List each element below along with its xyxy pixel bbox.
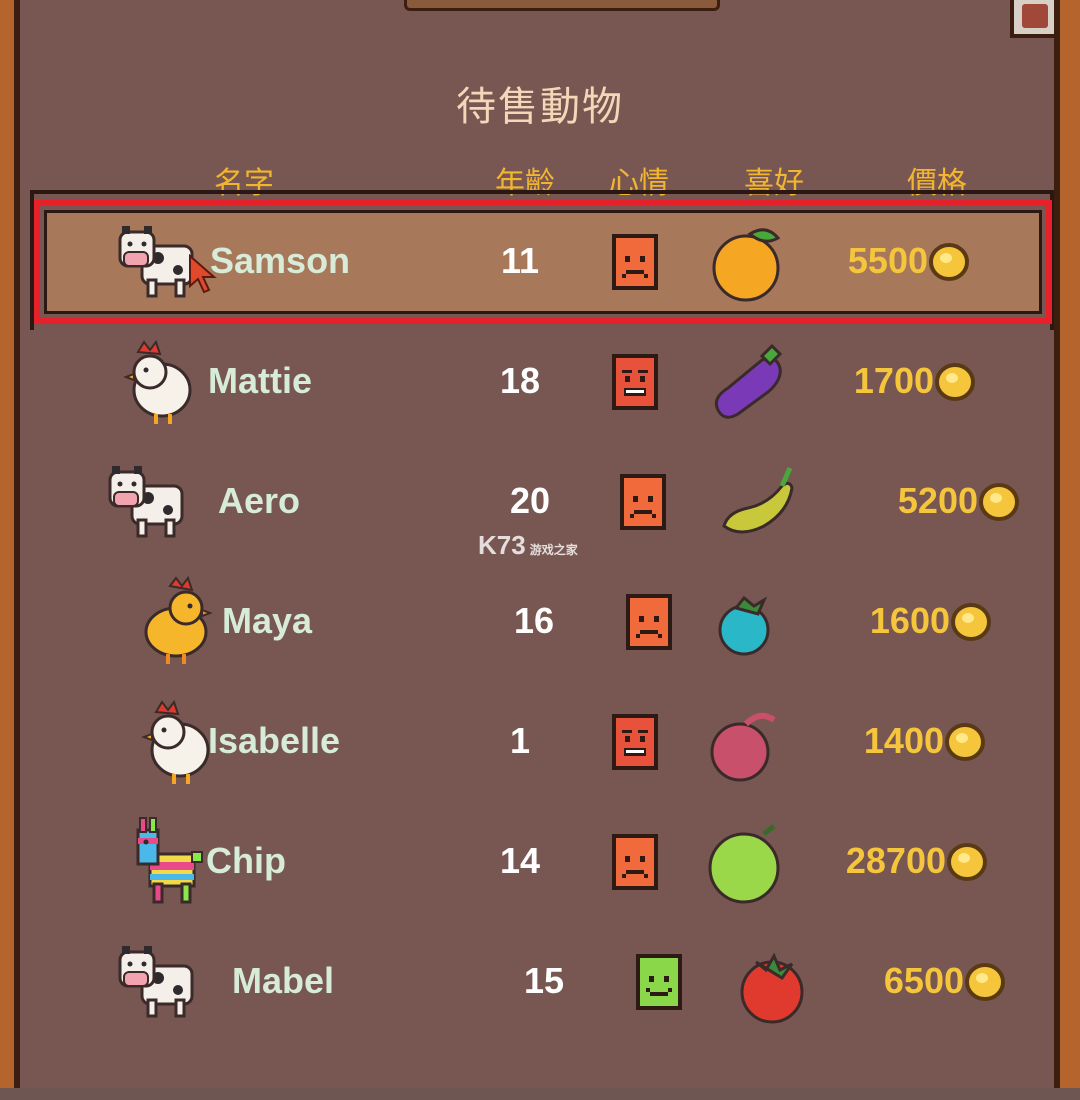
angry-face-icon bbox=[612, 354, 658, 410]
coin-icon bbox=[950, 602, 992, 642]
animal-price: 1700 bbox=[853, 360, 934, 401]
animal-age: 16 bbox=[513, 600, 555, 641]
sad-face-icon bbox=[626, 594, 672, 650]
animal-age: 15 bbox=[523, 960, 565, 1001]
orange-icon bbox=[706, 220, 792, 306]
animal-price: 1600 bbox=[869, 600, 950, 641]
chick-icon bbox=[128, 572, 228, 672]
animal-age: 1 bbox=[509, 720, 531, 761]
angry-face-icon bbox=[612, 714, 658, 770]
animal-name: Maya bbox=[222, 600, 313, 641]
coin-icon bbox=[978, 482, 1020, 522]
cow-icon bbox=[110, 932, 210, 1032]
coin-icon bbox=[928, 242, 970, 282]
sad-face-icon bbox=[620, 474, 666, 530]
animal-age: 20 bbox=[509, 480, 551, 521]
sad-face-icon bbox=[612, 834, 658, 890]
animal-age: 18 bbox=[499, 360, 541, 401]
happy-face-icon bbox=[636, 954, 682, 1010]
blueberry-icon bbox=[706, 580, 792, 666]
animal-name: Mabel bbox=[232, 960, 335, 1001]
animal-name: Mattie bbox=[208, 360, 313, 401]
tomato-icon bbox=[726, 940, 812, 1026]
animal-name: Chip bbox=[206, 840, 286, 881]
animal-price: 6500 bbox=[883, 960, 964, 1001]
animal-age: 11 bbox=[500, 240, 540, 281]
mouse-cursor-icon bbox=[189, 254, 217, 294]
page-title: 待售動物 bbox=[456, 84, 624, 130]
watermark-sub: 游戏之家 bbox=[529, 543, 578, 557]
cow-icon bbox=[100, 452, 200, 552]
coin-icon bbox=[944, 722, 986, 762]
watermark-brand: K73 bbox=[478, 530, 526, 560]
bean-pod-icon bbox=[716, 460, 802, 546]
animal-age: 14 bbox=[499, 840, 541, 881]
animal-row[interactable]: Mabel 15 6500 bbox=[0, 946, 1080, 1100]
animal-price: 5200 bbox=[897, 480, 978, 521]
lime-icon bbox=[706, 820, 792, 906]
sad-face-icon bbox=[612, 234, 658, 290]
coin-icon bbox=[934, 362, 976, 402]
top-tab-bar bbox=[404, 0, 720, 11]
animal-price: 1400 bbox=[863, 720, 944, 761]
animal-name: Isabelle bbox=[208, 720, 341, 761]
animal-price: 5500 bbox=[847, 240, 928, 281]
coin-icon bbox=[946, 842, 988, 882]
animal-price: 28700 bbox=[845, 840, 946, 881]
watermark: K73 游戏之家 bbox=[478, 530, 578, 561]
close-button[interactable] bbox=[1010, 0, 1060, 38]
animal-name: Samson bbox=[210, 240, 351, 281]
onion-icon bbox=[706, 700, 792, 786]
chicken-icon bbox=[110, 332, 210, 432]
pinata-icon bbox=[120, 812, 220, 912]
eggplant-icon bbox=[706, 340, 792, 426]
coin-icon bbox=[964, 962, 1006, 1002]
animal-name: Aero bbox=[218, 480, 301, 521]
